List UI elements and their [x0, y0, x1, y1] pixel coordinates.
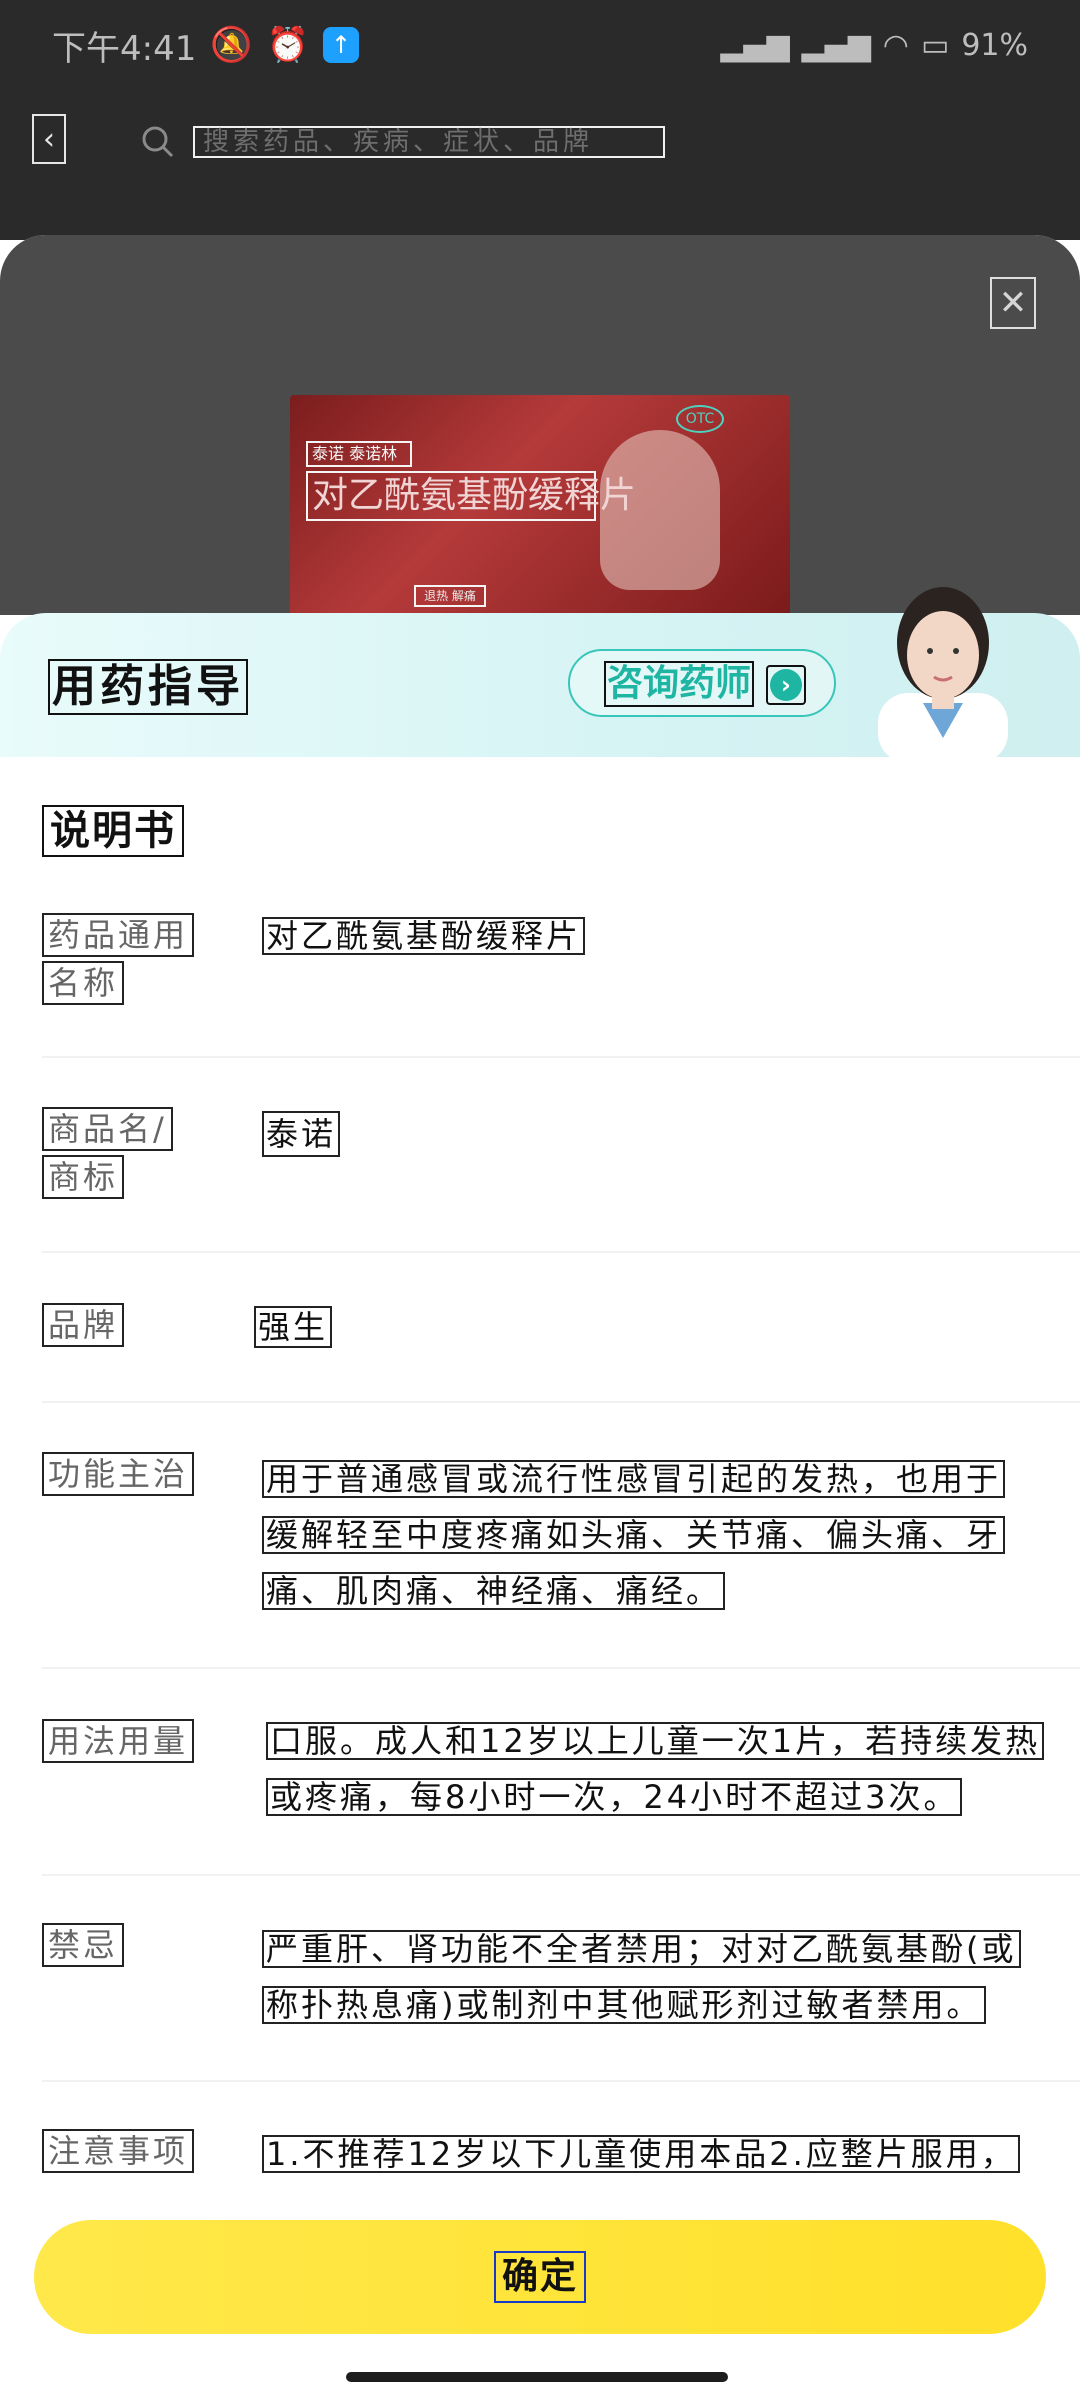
label-line: 品牌 [42, 1303, 125, 1347]
dimmed-header: 下午4:41 🔕 ⏰ ↑ ▂▄▆ ▂▄▆ ◠ ▭ 91% ‹ 搜索药品、疾病、症… [0, 0, 1080, 240]
signal-icon-2: ▂▄▆ [801, 27, 871, 63]
value-line: 缓解轻至中度疼痛如头痛、关节痛、偏头痛、牙 [262, 1516, 1006, 1554]
medication-guide-sheet: ✕ OTC 泰诺 泰诺林 对乙酰氨基酚缓释片 退热 解痛 用药指导 咨询药师 ›… [0, 235, 1080, 2400]
package-sub-text: 退热 解痛 [414, 585, 486, 607]
pharmacist-avatar [878, 587, 1008, 757]
label-line: 药品通用 [42, 913, 195, 957]
row-divider [42, 2080, 1080, 2082]
value-line: 称扑热息痛)或制剂中其他赋形剂过敏者禁用。 [262, 1986, 986, 2024]
label-precautions: 注意事项 [42, 2129, 195, 2177]
value-trade-name: 泰诺 [262, 1111, 341, 1175]
value-generic-name: 对乙酰氨基酚缓释片 [262, 917, 586, 973]
battery-level: 91% [961, 27, 1028, 63]
row-divider [42, 1667, 1080, 1669]
consult-pharmacist-label: 咨询药师 [604, 661, 754, 707]
consult-pharmacist-button[interactable]: 咨询药师 › [568, 649, 836, 717]
value-indications: 用于普通感冒或流行性感冒引起的发热，也用于 缓解轻至中度疼痛如头痛、关节痛、偏头… [262, 1460, 1006, 1628]
row-divider [42, 1401, 1080, 1403]
label-line: 功能主治 [42, 1452, 195, 1496]
home-indicator[interactable] [346, 2372, 728, 2382]
row-divider [42, 1251, 1080, 1253]
alarm-icon: ⏰ [266, 25, 310, 65]
value-dosage: 口服。成人和12岁以上儿童一次1片，若持续发热 或疼痛，每8小时一次，24小时不… [266, 1722, 1045, 1834]
label-contraindications: 禁忌 [42, 1923, 125, 1971]
manual-title: 说明书 [42, 805, 184, 857]
package-brand-text: 泰诺 泰诺林 [306, 441, 412, 467]
label-brand: 品牌 [42, 1303, 125, 1351]
label-line: 商标 [42, 1155, 125, 1199]
value-line: 对乙酰氨基酚缓释片 [262, 917, 586, 955]
guide-banner: 用药指导 咨询药师 › [0, 587, 1080, 757]
value-precautions: 1.不推荐12岁以下儿童使用本品2.应整片服用， [262, 2135, 1020, 2191]
guide-title: 用药指导 [48, 659, 248, 715]
mute-bell-icon: 🔕 [210, 25, 253, 65]
value-line: 口服。成人和12岁以上儿童一次1片，若持续发热 [266, 1722, 1045, 1760]
value-line: 痛、肌肉痛、神经痛、痛经。 [262, 1572, 726, 1610]
label-dosage: 用法用量 [42, 1719, 195, 1767]
product-image-area: ✕ OTC 泰诺 泰诺林 对乙酰氨基酚缓释片 退热 解痛 [0, 235, 1080, 625]
label-line: 用法用量 [42, 1719, 195, 1763]
close-icon: ✕ [998, 283, 1028, 323]
back-button[interactable]: ‹ [32, 114, 66, 164]
value-contraindications: 严重肝、肾功能不全者禁用；对对乙酰氨基酚(或 称扑热息痛)或制剂中其他赋形剂过敏… [262, 1930, 1021, 2042]
status-bar: 下午4:41 🔕 ⏰ ↑ ▂▄▆ ▂▄▆ ◠ ▭ 91% [0, 0, 1080, 90]
value-line: 用于普通感冒或流行性感冒引起的发热，也用于 [262, 1460, 1006, 1498]
package-product-name: 对乙酰氨基酚缓释片 [306, 471, 636, 521]
arrow-right-icon[interactable]: › [766, 665, 806, 705]
signal-icon: ▂▄▆ [720, 27, 790, 63]
battery-icon: ▭ [920, 27, 950, 63]
chevron-left-icon: ‹ [43, 121, 55, 157]
confirm-button[interactable]: 确定 [34, 2220, 1046, 2334]
label-trade-name: 商品名/ 商标 [42, 1107, 173, 1203]
status-time: 下午4:41 [52, 28, 197, 69]
value-line: 泰诺 [262, 1111, 341, 1157]
otc-badge: OTC [676, 405, 724, 433]
confirm-label: 确定 [494, 2251, 586, 2303]
row-divider [42, 1874, 1080, 1876]
row-divider [42, 1056, 1080, 1058]
wifi-icon: ◠ [882, 27, 909, 63]
value-line: 强生 [254, 1306, 333, 1348]
label-generic-name: 药品通用 名称 [42, 913, 195, 1009]
upload-notification-icon: ↑ [323, 27, 360, 63]
search-input[interactable]: 搜索药品、疾病、症状、品牌 [193, 126, 665, 158]
value-line: 1.不推荐12岁以下儿童使用本品2.应整片服用， [262, 2135, 1020, 2173]
label-line: 禁忌 [42, 1923, 125, 1967]
value-brand: 强生 [254, 1306, 333, 1366]
label-indications: 功能主治 [42, 1452, 195, 1500]
label-line: 商品名/ [42, 1107, 173, 1151]
value-line: 严重肝、肾功能不全者禁用；对对乙酰氨基酚(或 [262, 1930, 1021, 1968]
label-line: 名称 [42, 961, 125, 1005]
close-button[interactable]: ✕ [990, 277, 1036, 329]
search-row: ‹ 搜索药品、疾病、症状、品牌 [0, 100, 1080, 190]
search-icon [142, 126, 174, 158]
value-line: 或疼痛，每8小时一次，24小时不超过3次。 [266, 1778, 963, 1816]
label-line: 注意事项 [42, 2129, 195, 2173]
